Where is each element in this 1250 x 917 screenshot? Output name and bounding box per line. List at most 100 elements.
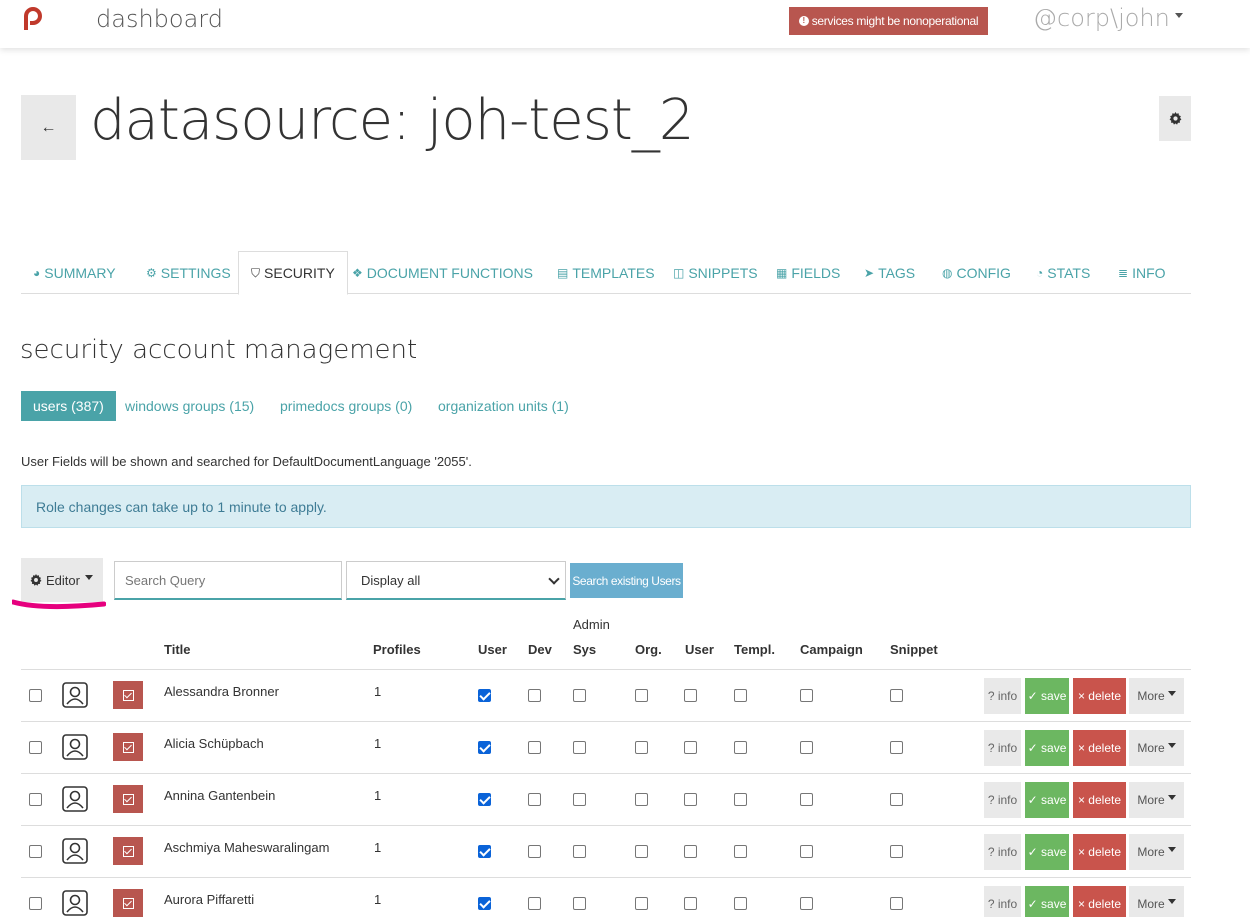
role-templ-checkbox[interactable] [734, 897, 747, 910]
save-button[interactable]: ✓ save [1025, 886, 1069, 917]
subtab-users[interactable]: users (387) [21, 391, 116, 421]
role-user-admin-checkbox[interactable] [684, 741, 697, 754]
tab-security[interactable]: ⛉ SECURITY [238, 251, 348, 295]
role-templ-checkbox[interactable] [734, 793, 747, 806]
role-snippet-checkbox[interactable] [890, 741, 903, 754]
tab-document-functions[interactable]: ❖ DOCUMENT FUNCTIONS [352, 251, 533, 294]
brand-link[interactable]: dashboard [96, 5, 223, 33]
save-button[interactable]: ✓ save [1025, 782, 1069, 818]
role-campaign-checkbox[interactable] [800, 897, 813, 910]
delete-button[interactable]: × delete [1073, 678, 1126, 714]
save-button[interactable]: ✓ save [1025, 678, 1069, 714]
column-org[interactable]: Org. [635, 642, 662, 657]
role-dev-checkbox[interactable] [528, 689, 541, 702]
role-snippet-checkbox[interactable] [890, 897, 903, 910]
enabled-toggle[interactable] [113, 785, 143, 813]
tab-settings[interactable]: ⚙ SETTINGS [146, 251, 231, 294]
tab-fields[interactable]: ▦ FIELDS [776, 251, 840, 294]
user-menu[interactable]: @corp\john [1033, 4, 1183, 32]
enabled-toggle[interactable] [113, 733, 143, 761]
more-dropdown-button[interactable]: More [1129, 678, 1184, 714]
role-user-admin-checkbox[interactable] [684, 897, 697, 910]
delete-button[interactable]: × delete [1073, 886, 1126, 917]
tab-info[interactable]: ≣ INFO [1118, 251, 1166, 294]
role-campaign-checkbox[interactable] [800, 845, 813, 858]
row-select-checkbox[interactable] [29, 689, 42, 702]
role-dev-checkbox[interactable] [528, 897, 541, 910]
role-sys-checkbox[interactable] [573, 741, 586, 754]
delete-button[interactable]: × delete [1073, 782, 1126, 818]
info-button[interactable]: ? info [984, 678, 1021, 714]
column-user-admin[interactable]: User [685, 642, 714, 657]
services-status-badge[interactable]: ! services might be nonoperational [789, 7, 988, 35]
back-button[interactable]: ← [21, 95, 76, 160]
search-query-input[interactable] [114, 561, 342, 600]
role-sys-checkbox[interactable] [573, 689, 586, 702]
role-campaign-checkbox[interactable] [800, 741, 813, 754]
role-user-checkbox[interactable] [478, 793, 491, 806]
more-dropdown-button[interactable]: More [1129, 782, 1184, 818]
role-templ-checkbox[interactable] [734, 689, 747, 702]
search-users-button[interactable]: Search existing Users [570, 563, 683, 598]
info-button[interactable]: ? info [984, 782, 1021, 818]
more-dropdown-button[interactable]: More [1129, 834, 1184, 870]
role-org-checkbox[interactable] [635, 897, 648, 910]
subtab-primedocs-groups[interactable]: primedocs groups (0) [280, 391, 412, 421]
role-user-checkbox[interactable] [478, 897, 491, 910]
enabled-toggle[interactable] [113, 837, 143, 865]
column-profiles[interactable]: Profiles [373, 642, 421, 657]
role-user-checkbox[interactable] [478, 845, 491, 858]
info-button[interactable]: ? info [984, 886, 1021, 917]
role-campaign-checkbox[interactable] [800, 689, 813, 702]
role-org-checkbox[interactable] [635, 741, 648, 754]
column-templ[interactable]: Templ. [734, 642, 775, 657]
more-dropdown-button[interactable]: More [1129, 886, 1184, 917]
role-dev-checkbox[interactable] [528, 741, 541, 754]
column-user[interactable]: User [478, 642, 507, 657]
delete-button[interactable]: × delete [1073, 730, 1126, 766]
enabled-toggle[interactable] [113, 681, 143, 709]
save-button[interactable]: ✓ save [1025, 834, 1069, 870]
role-dev-checkbox[interactable] [528, 793, 541, 806]
enabled-toggle[interactable] [113, 889, 143, 917]
more-dropdown-button[interactable]: More [1129, 730, 1184, 766]
column-snippet[interactable]: Snippet [890, 642, 938, 657]
role-user-admin-checkbox[interactable] [684, 689, 697, 702]
display-filter-select[interactable]: Display all [346, 561, 566, 600]
role-snippet-checkbox[interactable] [890, 845, 903, 858]
row-select-checkbox[interactable] [29, 897, 42, 910]
role-user-checkbox[interactable] [478, 741, 491, 754]
row-select-checkbox[interactable] [29, 845, 42, 858]
brand-logo-icon[interactable] [22, 6, 44, 32]
role-templ-checkbox[interactable] [734, 845, 747, 858]
role-campaign-checkbox[interactable] [800, 793, 813, 806]
row-select-checkbox[interactable] [29, 793, 42, 806]
role-snippet-checkbox[interactable] [890, 689, 903, 702]
save-button[interactable]: ✓ save [1025, 730, 1069, 766]
settings-button[interactable] [1159, 96, 1191, 141]
column-title[interactable]: Title [164, 642, 191, 657]
column-campaign[interactable]: Campaign [800, 642, 863, 657]
tab-templates[interactable]: ▤ TEMPLATES [557, 251, 655, 294]
role-org-checkbox[interactable] [635, 793, 648, 806]
role-sys-checkbox[interactable] [573, 793, 586, 806]
info-button[interactable]: ? info [984, 834, 1021, 870]
role-org-checkbox[interactable] [635, 689, 648, 702]
role-dev-checkbox[interactable] [528, 845, 541, 858]
tab-snippets[interactable]: ◫ SNIPPETS [673, 251, 758, 294]
role-sys-checkbox[interactable] [573, 845, 586, 858]
tab-summary[interactable]: ◕ SUMMARY [33, 251, 116, 294]
column-dev[interactable]: Dev [528, 642, 552, 657]
subtab-organization-units[interactable]: organization units (1) [438, 391, 569, 421]
row-select-checkbox[interactable] [29, 741, 42, 754]
role-user-admin-checkbox[interactable] [684, 793, 697, 806]
role-sys-checkbox[interactable] [573, 897, 586, 910]
subtab-windows-groups[interactable]: windows groups (15) [125, 391, 254, 421]
tab-stats[interactable]: ◔ STATS [1036, 251, 1090, 294]
delete-button[interactable]: × delete [1073, 834, 1126, 870]
tab-tags[interactable]: ➤ TAGS [864, 251, 915, 294]
info-button[interactable]: ? info [984, 730, 1021, 766]
role-user-admin-checkbox[interactable] [684, 845, 697, 858]
role-snippet-checkbox[interactable] [890, 793, 903, 806]
role-templ-checkbox[interactable] [734, 741, 747, 754]
